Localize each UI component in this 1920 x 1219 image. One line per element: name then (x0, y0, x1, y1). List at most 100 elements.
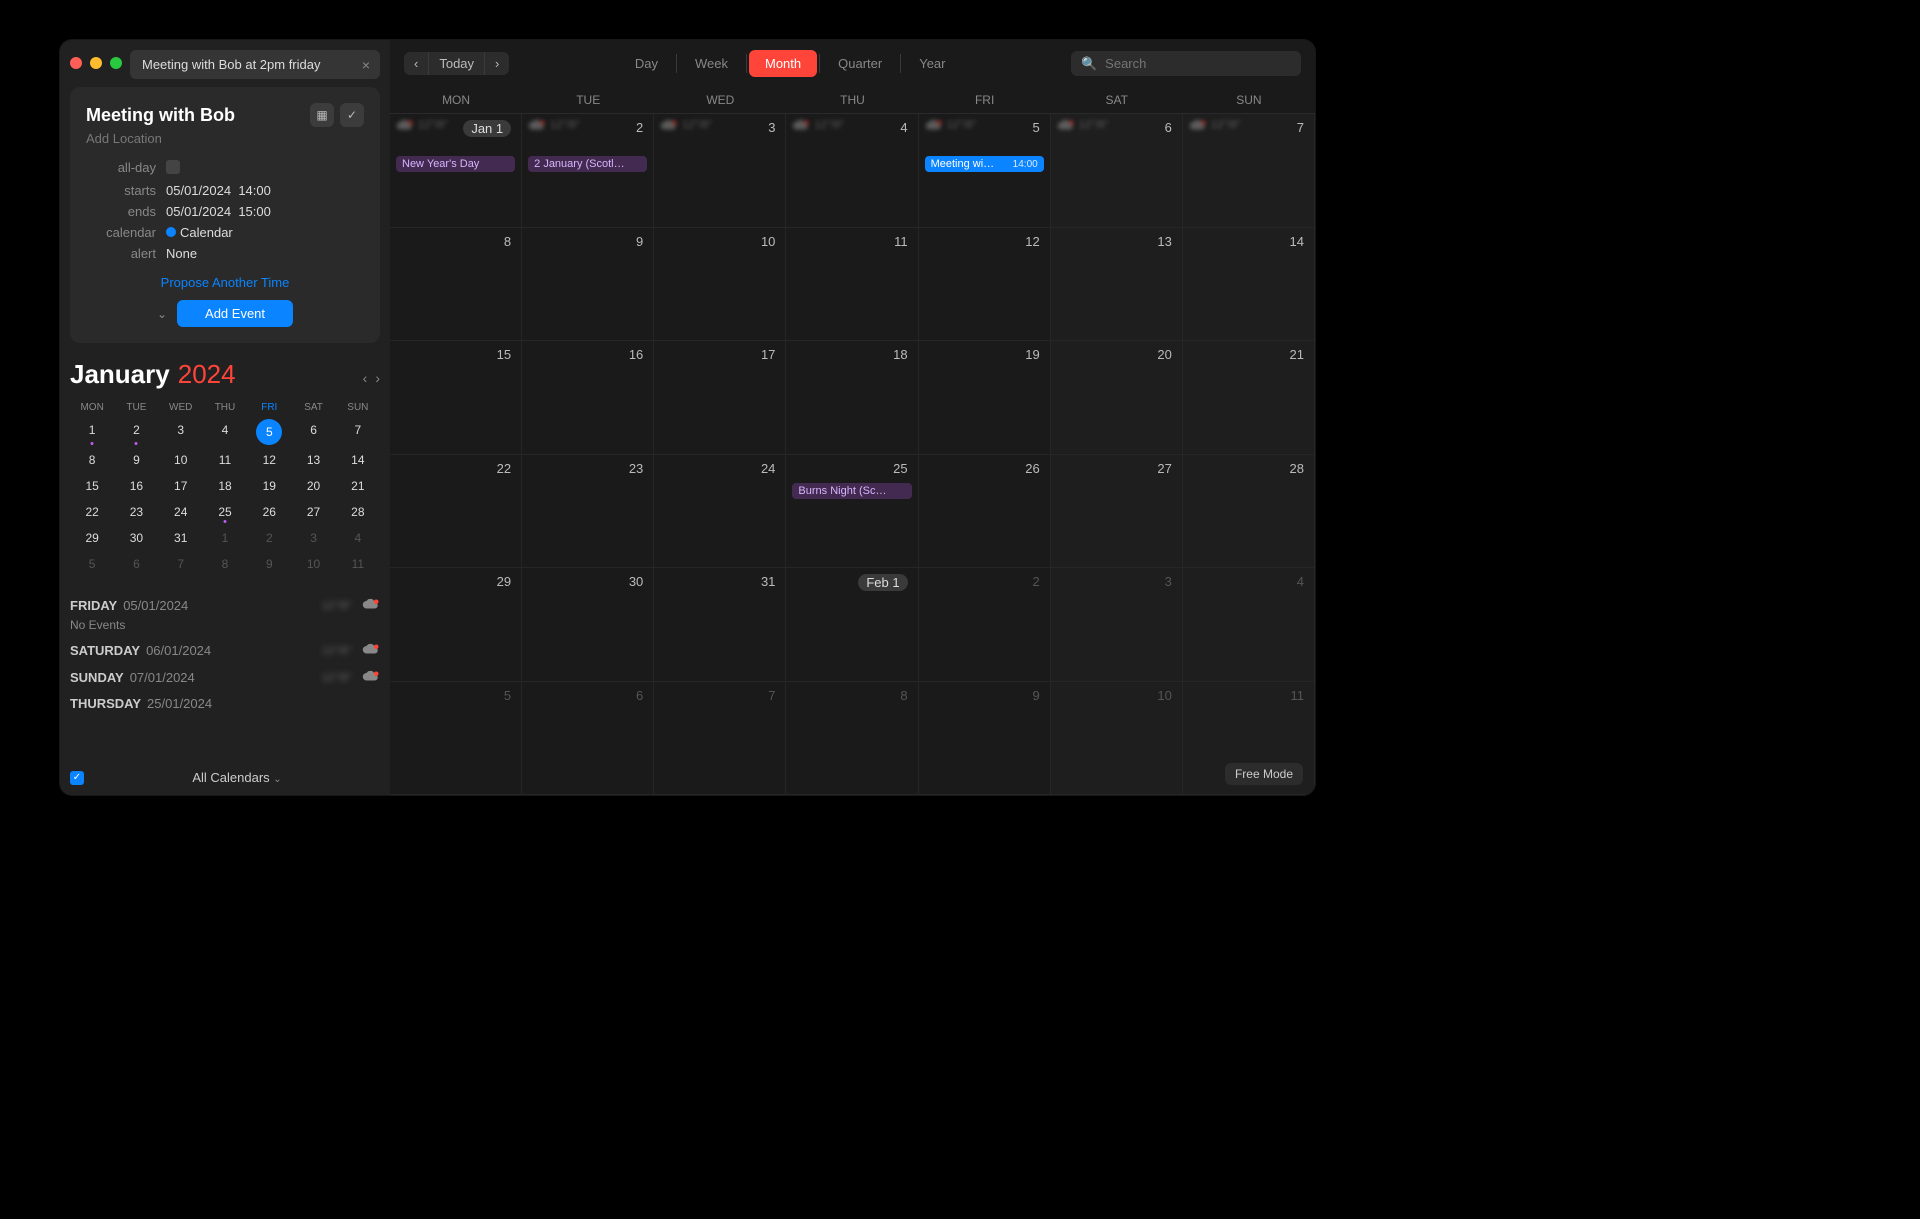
calendar-picker-icon[interactable]: ▦ (310, 103, 334, 127)
calendar-name[interactable]: Calendar (180, 225, 233, 240)
location-field[interactable]: Add Location (86, 131, 364, 146)
mini-day[interactable]: 29 (70, 525, 114, 551)
mini-day[interactable]: 7 (159, 551, 203, 577)
mini-day[interactable]: 5 (70, 551, 114, 577)
day-cell[interactable]: 8 (786, 682, 918, 796)
mini-day[interactable]: 27 (291, 499, 335, 525)
day-cell[interactable]: 17 (654, 341, 786, 455)
maximize-window[interactable] (110, 57, 122, 69)
mini-day[interactable]: 31 (159, 525, 203, 551)
minimize-window[interactable] (90, 57, 102, 69)
event-chip[interactable]: 2 January (Scotl… (528, 156, 647, 172)
mini-day[interactable]: 30 (114, 525, 158, 551)
day-cell[interactable]: 29 (390, 568, 522, 682)
mini-day[interactable]: 18 (203, 473, 247, 499)
mini-day[interactable]: 25 (203, 499, 247, 525)
mini-prev-icon[interactable]: ‹ (363, 370, 368, 386)
mini-day[interactable]: 26 (247, 499, 291, 525)
day-cell[interactable]: 12°/8°Jan 1New Year's Day (390, 114, 522, 228)
day-cell[interactable]: 20 (1051, 341, 1183, 455)
mini-day[interactable]: 2 (114, 417, 158, 447)
day-cell[interactable]: 10 (654, 228, 786, 342)
day-cell[interactable]: 12 (919, 228, 1051, 342)
day-cell[interactable]: 24 (654, 455, 786, 569)
day-cell[interactable]: Feb 1 (786, 568, 918, 682)
mini-day[interactable]: 7 (336, 417, 380, 447)
mini-next-icon[interactable]: › (375, 370, 380, 386)
day-cell[interactable]: 4 (1183, 568, 1315, 682)
propose-time-link[interactable]: Propose Another Time (86, 275, 364, 290)
clear-icon[interactable]: × (362, 57, 370, 73)
mini-day[interactable]: 28 (336, 499, 380, 525)
expand-icon[interactable]: ⌄ (157, 307, 167, 321)
mini-day[interactable]: 19 (247, 473, 291, 499)
day-cell[interactable]: 19 (919, 341, 1051, 455)
day-cell[interactable]: 12°/8°22 January (Scotl… (522, 114, 654, 228)
mini-day[interactable]: 9 (114, 447, 158, 473)
event-chip[interactable]: Meeting wi…14:00 (925, 156, 1044, 172)
mini-day[interactable]: 23 (114, 499, 158, 525)
day-cell[interactable]: 25Burns Night (Sc… (786, 455, 918, 569)
day-cell[interactable]: 7 (654, 682, 786, 796)
event-chip[interactable]: New Year's Day (396, 156, 515, 172)
mini-day[interactable]: 9 (247, 551, 291, 577)
mini-day[interactable]: 13 (291, 447, 335, 473)
day-cell[interactable]: 13 (1051, 228, 1183, 342)
event-title[interactable]: Meeting with Bob (86, 105, 235, 126)
mini-day[interactable]: 5 (256, 419, 282, 445)
view-year[interactable]: Year (903, 50, 961, 77)
view-day[interactable]: Day (619, 50, 674, 77)
day-cell[interactable]: 8 (390, 228, 522, 342)
mini-day[interactable]: 3 (291, 525, 335, 551)
mini-day[interactable]: 8 (70, 447, 114, 473)
mini-day[interactable]: 4 (336, 525, 380, 551)
mini-day[interactable]: 22 (70, 499, 114, 525)
mini-day[interactable]: 10 (159, 447, 203, 473)
day-cell[interactable]: 12°/8°3 (654, 114, 786, 228)
quick-entry-field[interactable]: × (130, 50, 380, 79)
confirm-icon[interactable]: ✓ (340, 103, 364, 127)
mini-day[interactable]: 6 (114, 551, 158, 577)
mini-day[interactable]: 10 (291, 551, 335, 577)
day-cell[interactable]: 18 (786, 341, 918, 455)
day-cell[interactable]: 12°/8°5Meeting wi…14:00 (919, 114, 1051, 228)
mini-day[interactable]: 17 (159, 473, 203, 499)
alert-value[interactable]: None (166, 246, 364, 261)
day-cell[interactable]: 12°/8°6 (1051, 114, 1183, 228)
day-cell[interactable]: 2 (919, 568, 1051, 682)
mini-day[interactable]: 11 (203, 447, 247, 473)
mini-day[interactable]: 4 (203, 417, 247, 447)
view-week[interactable]: Week (679, 50, 744, 77)
day-cell[interactable]: 22 (390, 455, 522, 569)
mini-day[interactable]: 20 (291, 473, 335, 499)
mini-day[interactable]: 2 (247, 525, 291, 551)
day-cell[interactable]: 6 (522, 682, 654, 796)
day-cell[interactable]: 26 (919, 455, 1051, 569)
ends-time[interactable]: 15:00 (238, 204, 271, 219)
mini-day[interactable]: 14 (336, 447, 380, 473)
mini-day[interactable]: 21 (336, 473, 380, 499)
day-cell[interactable]: 3 (1051, 568, 1183, 682)
all-calendars-label[interactable]: All Calendars ⌄ (192, 770, 281, 785)
quick-entry-input[interactable] (140, 56, 362, 73)
day-cell[interactable]: 9 (522, 228, 654, 342)
day-cell[interactable]: 23 (522, 455, 654, 569)
mini-day[interactable]: 15 (70, 473, 114, 499)
mini-day[interactable]: 1 (70, 417, 114, 447)
ends-date[interactable]: 05/01/2024 (166, 204, 231, 219)
mini-day[interactable]: 24 (159, 499, 203, 525)
day-cell[interactable]: 10 (1051, 682, 1183, 796)
mini-day[interactable]: 6 (291, 417, 335, 447)
mini-day[interactable]: 8 (203, 551, 247, 577)
agenda-item[interactable]: THURSDAY25/01/2024 (70, 696, 380, 711)
next-button[interactable]: › (484, 52, 509, 75)
mini-day[interactable]: 3 (159, 417, 203, 447)
day-cell[interactable]: 30 (522, 568, 654, 682)
agenda-item[interactable]: SUNDAY07/01/202412°/8° (70, 669, 380, 686)
add-event-button[interactable]: Add Event (177, 300, 293, 327)
mini-day[interactable]: 11 (336, 551, 380, 577)
allday-checkbox[interactable] (166, 160, 180, 174)
search-field[interactable]: 🔍 (1071, 51, 1301, 76)
day-cell[interactable]: 12°/8°4 (786, 114, 918, 228)
mini-day[interactable]: 12 (247, 447, 291, 473)
